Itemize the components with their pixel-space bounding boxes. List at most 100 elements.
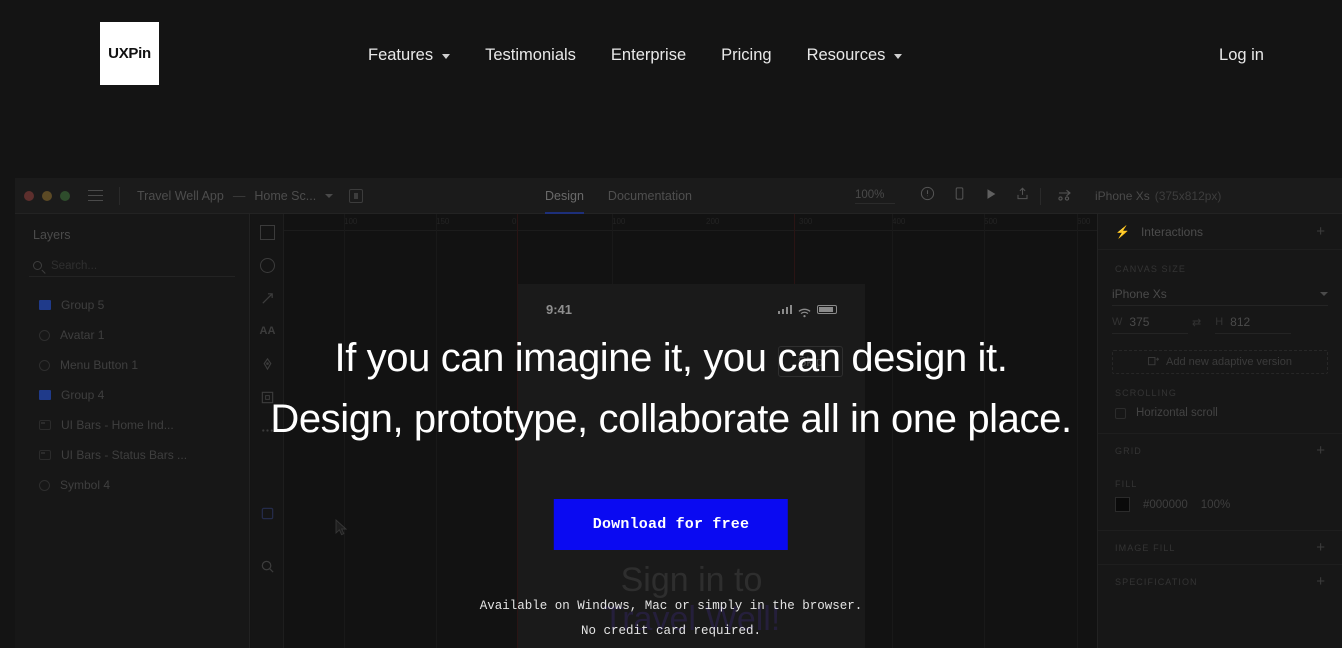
width-field[interactable]: W 375 [1112, 315, 1188, 334]
comment-icon[interactable] [920, 186, 935, 206]
bar-icon [39, 450, 51, 460]
grid-section[interactable]: GRID + [1098, 433, 1342, 467]
skip-button[interactable]: Skip [777, 346, 843, 377]
ruler-tick: 400 [892, 217, 906, 226]
editor-tabs: Design Documentation [545, 178, 692, 214]
symbol-icon [39, 329, 50, 341]
nav-links: Features Testimonials Enterprise Pricing… [360, 40, 929, 71]
adaptive-icon [1148, 356, 1160, 369]
layer-label: UI Bars - Status Bars ... [61, 448, 188, 462]
add-interaction-button[interactable]: + [1316, 223, 1325, 240]
list-item[interactable]: Avatar 1 [15, 320, 249, 350]
fill-hex-value[interactable]: #000000 [1143, 499, 1188, 511]
width-label: W [1112, 316, 1123, 328]
chevron-down-icon [894, 54, 903, 59]
signin-line-2: Travel Well! [602, 600, 781, 639]
add-image-fill-button[interactable]: + [1316, 539, 1325, 556]
interactions-row[interactable]: ⚡ Interactions + [1098, 214, 1342, 250]
artboard-icon[interactable] [260, 390, 275, 405]
layer-label: Avatar 1 [60, 328, 105, 342]
device-preview-icon[interactable] [952, 186, 967, 206]
horizontal-scroll-row[interactable]: Horizontal scroll [1098, 407, 1342, 419]
layers-search-placeholder: Search... [51, 259, 98, 272]
project-name: Travel Well App [137, 188, 224, 203]
zoom-level[interactable]: 100% [855, 189, 895, 204]
download-for-free-button[interactable]: Download for free [553, 499, 789, 550]
preview-toggle-icon[interactable] [349, 188, 364, 203]
flow-icon[interactable] [1057, 188, 1073, 209]
ruler-tick: 300 [799, 217, 813, 226]
layer-label: Group 5 [61, 298, 105, 312]
tab-design[interactable]: Design [545, 178, 584, 214]
menu-icon[interactable] [88, 190, 103, 201]
nav-item-testimonials[interactable]: Testimonials [477, 40, 603, 71]
text-icon[interactable]: AA [260, 324, 276, 339]
chevron-down-icon [1320, 291, 1328, 296]
minimize-icon[interactable] [42, 190, 52, 201]
specification-section[interactable]: SPECIFICATION + [1098, 564, 1342, 598]
group-icon [39, 390, 51, 400]
add-adaptive-version-button[interactable]: Add new adaptive version [1112, 350, 1328, 374]
window-controls[interactable] [24, 190, 70, 201]
rectangle-icon[interactable] [259, 225, 275, 240]
maximize-icon[interactable] [60, 190, 70, 201]
nav-label: Enterprise [610, 46, 687, 64]
horizontal-scroll-checkbox[interactable] [1115, 407, 1126, 419]
list-item[interactable]: Group 5 [15, 290, 249, 320]
play-icon[interactable] [984, 187, 998, 206]
height-field[interactable]: H 812 [1215, 315, 1292, 334]
list-item[interactable]: Menu Button 1 [15, 350, 249, 380]
add-grid-button[interactable]: + [1316, 442, 1325, 459]
nav-item-pricing[interactable]: Pricing [713, 40, 798, 71]
logo[interactable]: UXPin [100, 22, 159, 85]
fill-row[interactable]: #000000 100% [1098, 497, 1342, 512]
list-item[interactable]: Symbol 4 [15, 470, 249, 500]
title-separator: — [232, 188, 246, 203]
layers-toggle-icon[interactable] [260, 506, 275, 521]
chevron-down-icon [442, 54, 451, 59]
ruler-tick: 100 [344, 217, 358, 226]
tab-documentation[interactable]: Documentation [608, 178, 692, 214]
nav-label: Resources [806, 46, 886, 64]
nav-item-enterprise[interactable]: Enterprise [603, 40, 713, 71]
design-canvas[interactable]: 100 150 0 100 200 300 400 500 600 9:41 S… [284, 214, 1097, 648]
list-item[interactable]: UI Bars - Status Bars ... [15, 440, 249, 470]
status-bar: 9:41 [518, 302, 865, 318]
chevron-down-icon[interactable] [325, 193, 334, 198]
tool-rail: AA [251, 214, 284, 648]
link-ratio-icon[interactable]: ⇄ [1192, 316, 1201, 329]
more-icon[interactable] [260, 423, 275, 438]
canvas-size-select[interactable]: iPhone Xs [1112, 282, 1328, 306]
fill-color-swatch[interactable] [1115, 497, 1130, 512]
interactions-label-group: ⚡ Interactions [1115, 225, 1203, 239]
layers-search[interactable]: Search... [29, 255, 235, 277]
add-specification-button[interactable]: + [1316, 573, 1325, 590]
share-icon[interactable] [1015, 186, 1030, 206]
login-link[interactable]: Log in [1219, 46, 1264, 65]
nav-item-resources[interactable]: Resources [799, 40, 930, 71]
phone-artboard[interactable]: 9:41 Skip Sign in to Travel Well! [518, 284, 865, 648]
nav-item-features[interactable]: Features [360, 40, 477, 71]
ruler-tick: 150 [436, 217, 450, 226]
list-item[interactable]: UI Bars - Home Ind... [15, 410, 249, 440]
nav-label: Testimonials [485, 46, 576, 64]
properties-panel: ⚡ Interactions + CANVAS SIZE iPhone Xs W… [1097, 214, 1342, 648]
list-item[interactable]: Group 4 [15, 380, 249, 410]
line-icon[interactable] [260, 291, 275, 306]
specification-title: SPECIFICATION [1115, 576, 1198, 587]
ellipse-icon[interactable] [259, 258, 275, 273]
document-title[interactable]: Travel Well App — Home Sc... [137, 188, 334, 203]
app-titlebar: Travel Well App — Home Sc... Design Docu… [15, 178, 1342, 214]
fill-opacity-value[interactable]: 100% [1201, 499, 1230, 511]
width-value: 375 [1129, 315, 1150, 329]
ruler-tick: 500 [984, 217, 998, 226]
close-icon[interactable] [24, 190, 34, 201]
interactions-label: Interactions [1140, 224, 1203, 239]
ruler-tick: 600 [1077, 217, 1091, 226]
grid-title: GRID [1115, 445, 1142, 456]
layer-list: Group 5 Avatar 1 Menu Button 1 Group 4 U… [15, 290, 249, 500]
image-fill-section[interactable]: IMAGE FILL + [1098, 530, 1342, 564]
search-icon[interactable] [260, 559, 275, 574]
status-icons [777, 305, 837, 318]
pen-icon[interactable] [260, 357, 275, 372]
